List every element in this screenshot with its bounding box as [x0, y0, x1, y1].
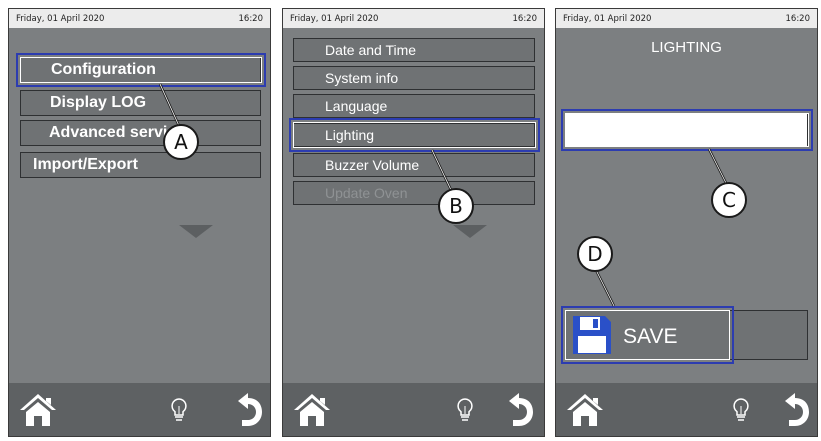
menu-item-system-info[interactable]: System info	[293, 66, 535, 90]
status-date: Friday, 01 April 2020	[16, 13, 105, 24]
status-bar: Friday, 01 April 2020 16:20	[283, 9, 544, 28]
menu-item-update-oven: Update Oven	[293, 181, 535, 205]
save-label: SAVE	[623, 325, 678, 348]
status-date: Friday, 01 April 2020	[563, 13, 652, 24]
back-icon[interactable]	[234, 393, 264, 427]
page-title: LIGHTING	[651, 39, 722, 56]
menu-item-label: Language	[325, 98, 388, 114]
scroll-down-arrow[interactable]	[453, 225, 487, 238]
status-bar: Friday, 01 April 2020 16:20	[556, 9, 817, 28]
menu-item-label: Date and Time	[325, 42, 417, 58]
menu-item-label: Import/Export	[33, 156, 138, 173]
footer-bar	[9, 383, 270, 436]
home-icon[interactable]	[18, 392, 58, 428]
scroll-down-arrow[interactable]	[179, 225, 213, 238]
screen-lighting: Friday, 01 April 2020 16:20 LIGHTING SAV…	[555, 8, 818, 437]
highlight-frame	[561, 109, 813, 151]
home-icon[interactable]	[565, 392, 605, 428]
callout-a: A	[163, 124, 199, 160]
menu-item-buzzer-volume[interactable]: Buzzer Volume	[293, 153, 535, 177]
home-icon[interactable]	[292, 392, 332, 428]
screen-main-menu: Friday, 01 April 2020 16:20 Configuratio…	[8, 8, 271, 437]
status-time: 16:20	[512, 13, 538, 24]
status-time: 16:20	[785, 13, 811, 24]
callout-d: D	[577, 236, 613, 272]
back-icon[interactable]	[781, 393, 811, 427]
callout-b: B	[438, 188, 474, 224]
lightbulb-icon[interactable]	[169, 397, 189, 423]
status-time: 16:20	[238, 13, 264, 24]
floppy-disk-icon	[573, 316, 611, 354]
menu-item-import-export[interactable]: Import/Export	[20, 152, 261, 178]
footer-bar	[556, 383, 817, 436]
menu-item-label: Display LOG	[50, 94, 147, 111]
menu-item-display-log[interactable]: Display LOG	[20, 90, 261, 116]
menu-item-label: Buzzer Volume	[325, 157, 420, 173]
status-date: Friday, 01 April 2020	[290, 13, 379, 24]
callout-c: C	[711, 182, 747, 218]
screen-configuration-menu: Friday, 01 April 2020 16:20 Date and Tim…	[282, 8, 545, 437]
highlight-frame	[289, 118, 540, 152]
menu-item-advanced-services[interactable]: Advanced services	[20, 120, 261, 146]
menu-item-label: Update Oven	[325, 185, 408, 201]
menu-item-language[interactable]: Language	[293, 94, 535, 118]
status-bar: Friday, 01 April 2020 16:20	[9, 9, 270, 28]
lightbulb-icon[interactable]	[731, 397, 751, 423]
back-icon[interactable]	[505, 393, 535, 427]
lightbulb-icon[interactable]	[455, 397, 475, 423]
footer-bar	[283, 383, 544, 436]
menu-item-label: System info	[325, 70, 399, 86]
menu-item-date-and-time[interactable]: Date and Time	[293, 38, 535, 62]
highlight-frame	[16, 53, 266, 87]
